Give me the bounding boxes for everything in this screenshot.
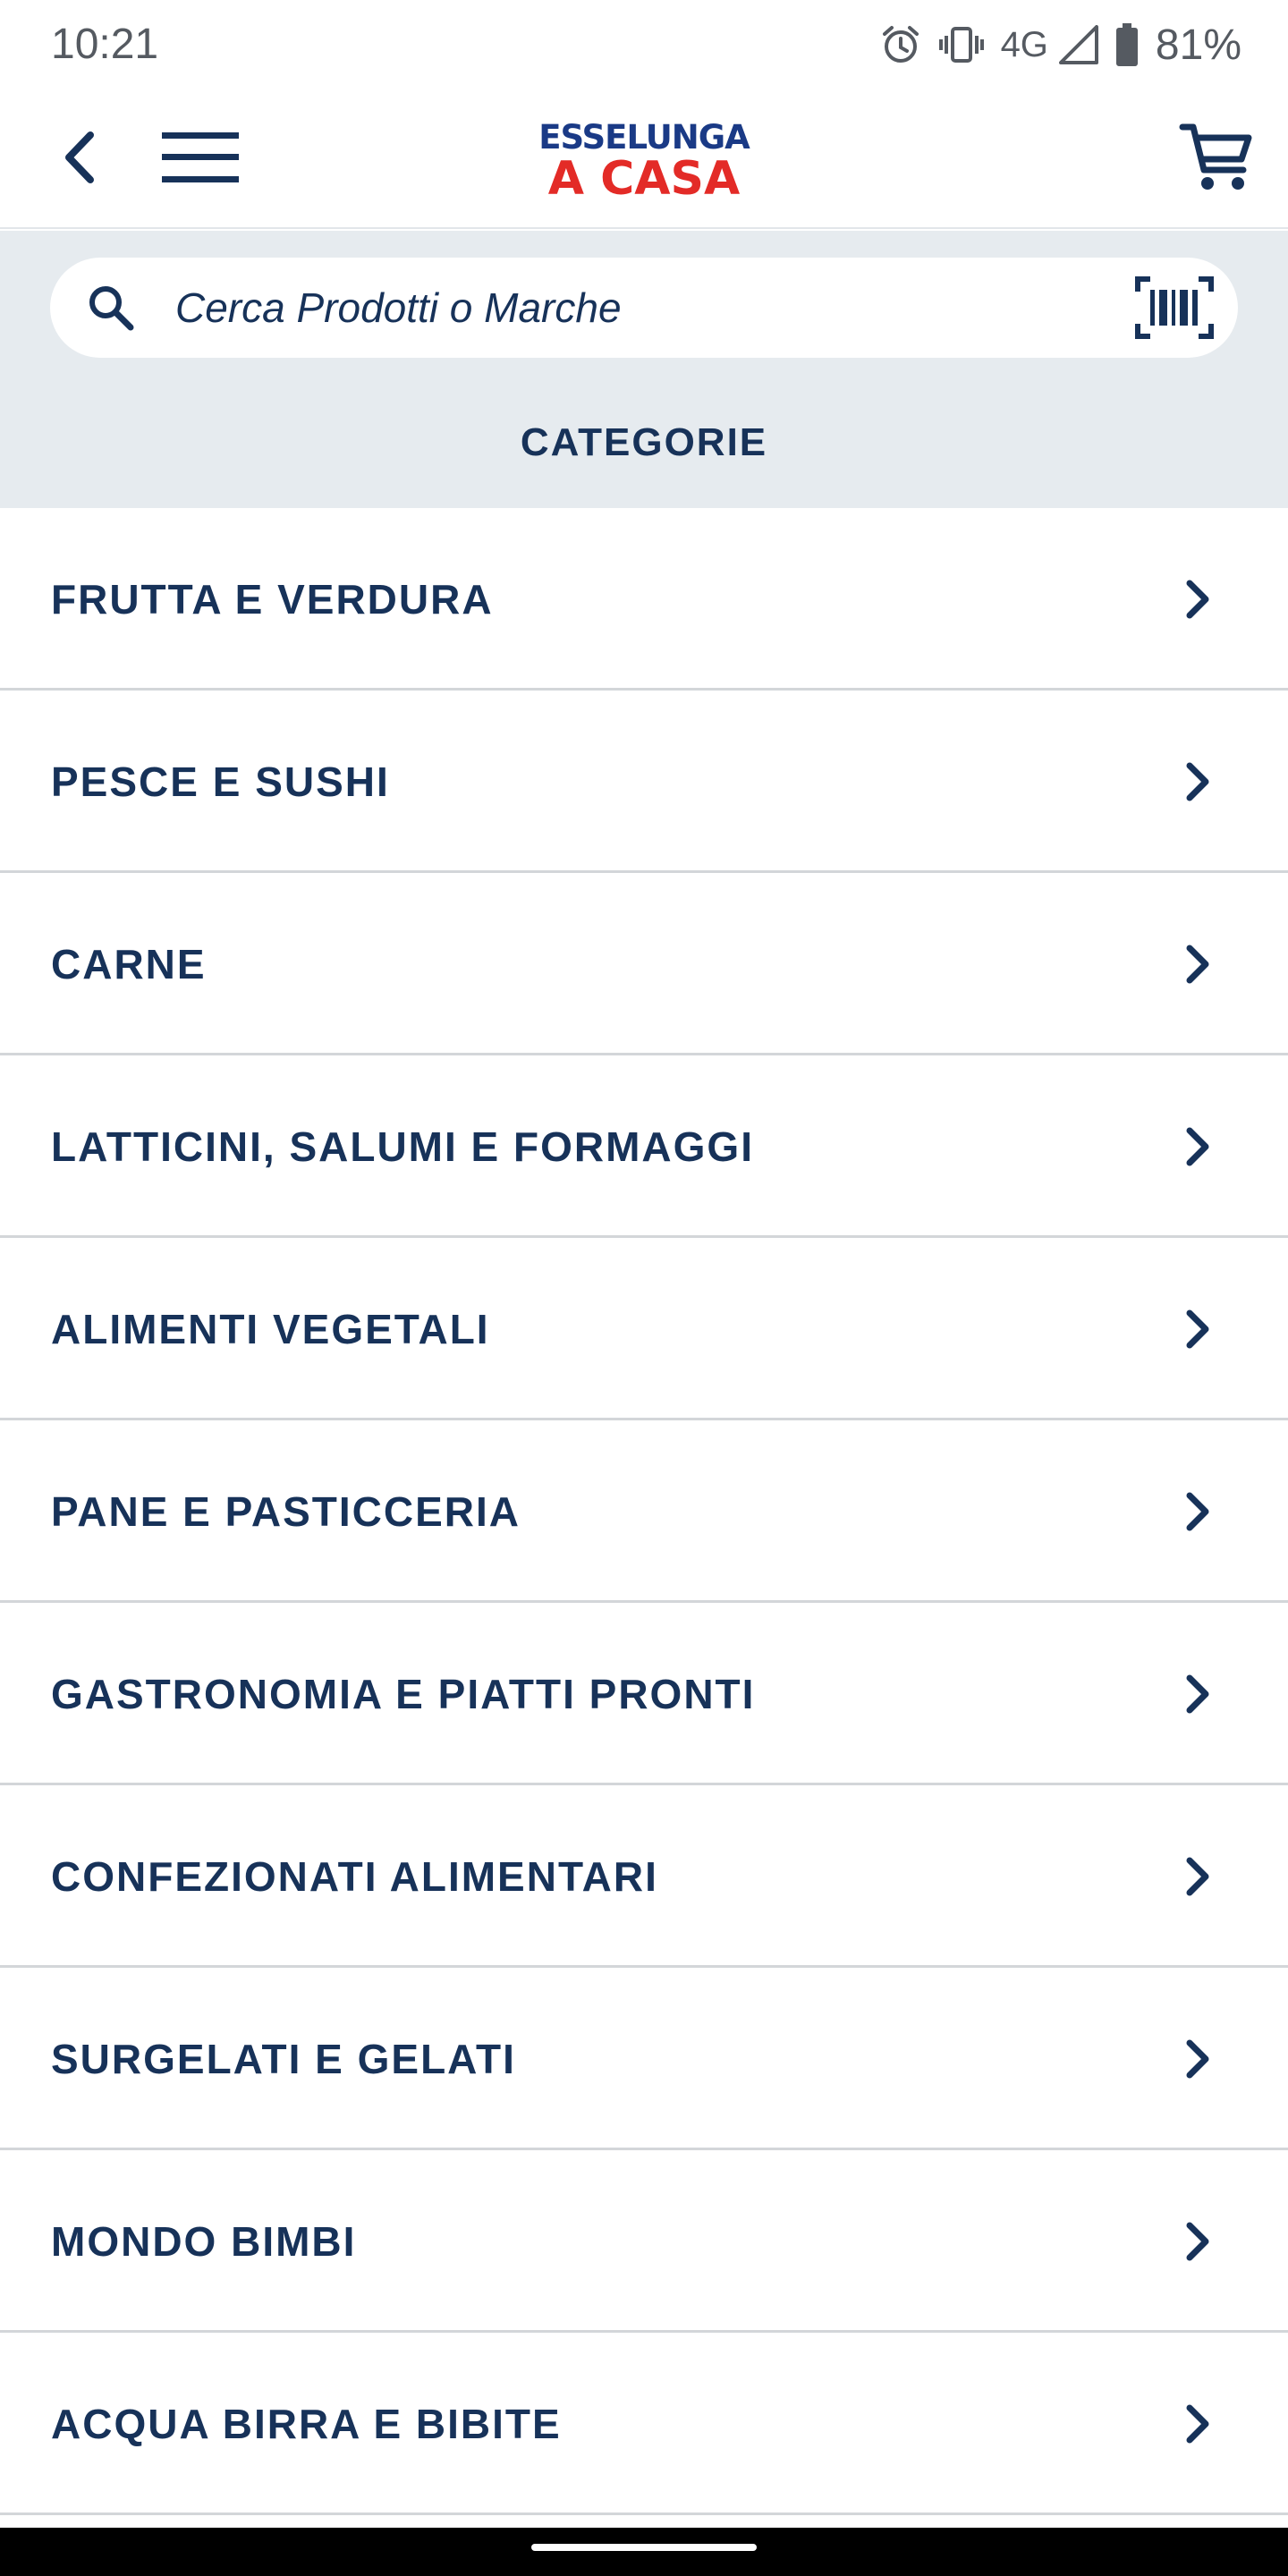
category-label: SURGELATI E GELATI <box>51 2036 516 2082</box>
vibrate-icon <box>938 23 985 66</box>
category-label: GASTRONOMIA E PIATTI PRONTI <box>51 1671 756 1717</box>
hamburger-menu-icon <box>162 131 239 189</box>
back-button[interactable] <box>48 125 111 193</box>
category-item[interactable]: MONDO BIMBI <box>0 2150 1288 2333</box>
category-label: MONDO BIMBI <box>51 2218 357 2265</box>
search-input[interactable]: Cerca Prodotti o Marche <box>50 258 1238 358</box>
category-item[interactable]: PANE E PASTICCERIA <box>0 1420 1288 1603</box>
chevron-right-icon <box>1179 2038 1218 2080</box>
back-arrow-icon <box>62 130 97 190</box>
cart-button[interactable] <box>1172 114 1261 204</box>
barcode-scan-icon[interactable] <box>1134 275 1215 340</box>
system-nav-bar <box>0 2528 1288 2576</box>
category-list: FRUTTA E VERDURA PESCE E SUSHI CARNE LAT… <box>0 508 1288 2515</box>
search-area: Cerca Prodotti o Marche CATEGORIE <box>0 231 1288 508</box>
category-label: ACQUA BIRRA E BIBITE <box>51 2401 562 2447</box>
chevron-right-icon <box>1179 1855 1218 1898</box>
cart-icon <box>1179 120 1254 199</box>
category-item[interactable]: ACQUA BIRRA E BIBITE <box>0 2333 1288 2515</box>
network-type: 4G <box>1000 24 1048 64</box>
menu-button[interactable] <box>154 125 247 193</box>
signal-icon <box>1058 25 1098 64</box>
chevron-right-icon <box>1179 2220 1218 2263</box>
search-icon[interactable] <box>86 283 136 333</box>
category-item[interactable]: LATTICINI, SALUMI E FORMAGGI <box>0 1055 1288 1238</box>
category-label: FRUTTA E VERDURA <box>51 576 494 623</box>
search-placeholder: Cerca Prodotti o Marche <box>175 284 622 331</box>
chevron-right-icon <box>1179 1125 1218 1168</box>
category-label: PANE E PASTICCERIA <box>51 1488 521 1535</box>
category-label: CONFEZIONATI ALIMENTARI <box>51 1853 658 1900</box>
category-item[interactable]: ALIMENTI VEGETALI <box>0 1238 1288 1420</box>
battery-percentage: 81% <box>1155 21 1241 69</box>
category-label: LATTICINI, SALUMI E FORMAGGI <box>51 1123 754 1170</box>
app-bar: ESSELUNGA A CASA <box>0 89 1288 229</box>
chevron-right-icon <box>1179 1673 1218 1716</box>
category-item[interactable]: CONFEZIONATI ALIMENTARI <box>0 1785 1288 1968</box>
category-item[interactable]: PESCE E SUSHI <box>0 691 1288 873</box>
status-time: 10:21 <box>51 21 159 68</box>
category-item[interactable]: FRUTTA E VERDURA <box>0 508 1288 691</box>
alarm-icon <box>879 23 922 66</box>
chevron-right-icon <box>1179 760 1218 803</box>
chevron-right-icon <box>1179 578 1218 621</box>
battery-icon <box>1114 22 1140 67</box>
chevron-right-icon <box>1179 1490 1218 1533</box>
home-gesture-handle[interactable] <box>531 2544 757 2551</box>
chevron-right-icon <box>1179 943 1218 986</box>
logo-top-text: ESSELUNGA <box>538 118 750 157</box>
category-item[interactable]: GASTRONOMIA E PIATTI PRONTI <box>0 1603 1288 1785</box>
chevron-right-icon <box>1179 1308 1218 1351</box>
category-item[interactable]: CARNE <box>0 873 1288 1055</box>
esselunga-logo[interactable]: ESSELUNGA A CASA <box>519 116 769 206</box>
section-title: CATEGORIE <box>520 420 768 464</box>
category-label: ALIMENTI VEGETALI <box>51 1306 490 1352</box>
category-label: PESCE E SUSHI <box>51 758 390 805</box>
chevron-right-icon <box>1179 2402 1218 2445</box>
category-item[interactable]: SURGELATI E GELATI <box>0 1968 1288 2150</box>
status-bar: 10:21 4G 81% <box>0 0 1288 89</box>
category-label: CARNE <box>51 941 207 987</box>
logo-bottom-text: A CASA <box>547 152 741 206</box>
status-icons: 4G 81% <box>879 20 1241 70</box>
